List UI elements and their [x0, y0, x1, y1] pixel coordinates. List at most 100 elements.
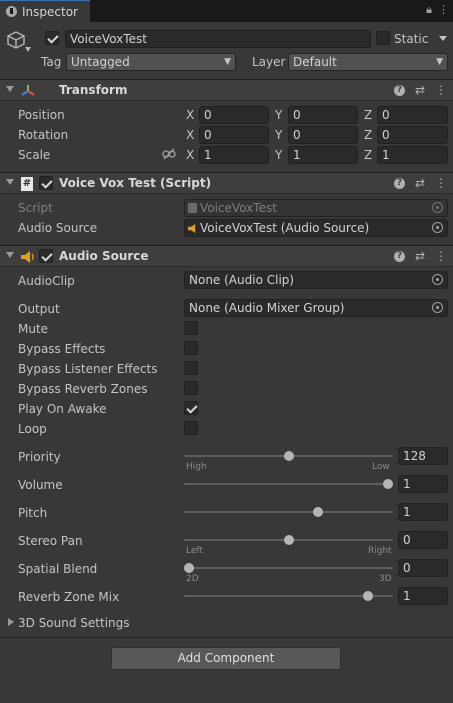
- static-toggle[interactable]: [376, 31, 390, 45]
- sound3d-settings-label[interactable]: 3D Sound Settings: [18, 615, 130, 631]
- help-icon[interactable]: ?: [393, 85, 405, 96]
- axis-x-label: X: [186, 108, 195, 122]
- output-value: None (Audio Mixer Group): [189, 301, 345, 315]
- transform-title: Transform: [59, 83, 128, 97]
- axis-y-label: Y: [275, 108, 283, 122]
- script-file-icon: #: [21, 177, 33, 191]
- chevron-down-icon: ▼: [224, 57, 231, 67]
- volume-field[interactable]: 1: [398, 475, 448, 493]
- scale-y-field[interactable]: 1: [288, 146, 358, 164]
- sound3d-foldout-icon[interactable]: [8, 618, 14, 626]
- rotation-z-field[interactable]: 0: [377, 126, 448, 144]
- tab-inspector[interactable]: Inspector: [0, 0, 90, 22]
- presets-icon[interactable]: ⇄: [415, 176, 425, 190]
- volume-knob[interactable]: [383, 479, 393, 489]
- scale-label: Scale: [18, 148, 51, 162]
- chevron-down-icon: ▼: [436, 57, 443, 67]
- loop-toggle[interactable]: [184, 421, 198, 435]
- audio-source-icon: [21, 251, 35, 266]
- spatial-blend-knob[interactable]: [184, 563, 194, 573]
- script-small-icon: [188, 203, 197, 213]
- reverb-zone-mix-slider[interactable]: [184, 595, 393, 597]
- pan-left-hint: Left: [186, 546, 203, 556]
- transform-header[interactable]: Transform ? ⇄ ⋮: [0, 79, 453, 101]
- axis-x-label: X: [186, 128, 195, 142]
- reverb-zone-mix-knob[interactable]: [363, 591, 374, 601]
- volume-slider[interactable]: [184, 483, 393, 485]
- object-picker-icon[interactable]: [432, 274, 443, 285]
- audio-source-ref-field[interactable]: VoiceVoxTest (Audio Source): [184, 219, 448, 237]
- link-icon[interactable]: [162, 148, 176, 163]
- help-icon[interactable]: ?: [393, 251, 405, 262]
- more-icon[interactable]: ⋮: [438, 3, 449, 17]
- axis-z-label: Z: [364, 148, 373, 162]
- audio-source-header[interactable]: Audio Source ? ⇄ ⋮: [0, 245, 453, 267]
- bypass-listener-toggle[interactable]: [184, 361, 198, 375]
- gameobject-name-field[interactable]: VoiceVoxTest: [65, 30, 371, 48]
- pitch-slider[interactable]: [184, 511, 393, 513]
- static-label: Static: [394, 32, 429, 46]
- script-enabled-toggle[interactable]: [39, 176, 53, 190]
- tag-label: Tag: [41, 55, 62, 69]
- object-picker-icon[interactable]: [432, 302, 443, 313]
- layer-value: Default: [293, 55, 337, 69]
- priority-high-hint: High: [186, 462, 207, 472]
- static-dropdown-icon[interactable]: [439, 36, 447, 41]
- bypass-reverb-toggle[interactable]: [184, 381, 198, 395]
- foldout-icon[interactable]: [6, 252, 14, 258]
- component-actions: ? ⇄ ⋮: [393, 249, 447, 263]
- position-x-field[interactable]: 0: [199, 106, 269, 124]
- speaker-icon: [188, 224, 196, 233]
- rotation-y-field[interactable]: 0: [288, 126, 358, 144]
- help-icon[interactable]: ?: [393, 178, 405, 189]
- axis-x-label: X: [186, 148, 195, 162]
- audio-source-title: Audio Source: [59, 249, 149, 263]
- presets-icon[interactable]: ⇄: [415, 83, 425, 97]
- scale-x-field[interactable]: 1: [199, 146, 269, 164]
- object-picker-icon[interactable]: [432, 222, 443, 233]
- pitch-field[interactable]: 1: [398, 503, 448, 521]
- scale-z-field[interactable]: 1: [377, 146, 448, 164]
- bypass-effects-toggle[interactable]: [184, 341, 198, 355]
- audioclip-label: AudioClip: [18, 274, 75, 288]
- layer-dropdown[interactable]: Default ▼: [288, 53, 448, 71]
- more-icon[interactable]: ⋮: [435, 249, 447, 263]
- foldout-icon[interactable]: [6, 179, 14, 185]
- rotation-x-field[interactable]: 0: [199, 126, 269, 144]
- bypass-reverb-label: Bypass Reverb Zones: [18, 382, 148, 396]
- more-icon[interactable]: ⋮: [435, 176, 447, 190]
- script-title: Voice Vox Test (Script): [59, 176, 212, 190]
- cube-dropdown-icon[interactable]: [25, 47, 31, 52]
- pan-right-hint: Right: [368, 546, 392, 556]
- lock-icon[interactable]: 🔒︎: [426, 3, 432, 17]
- presets-icon[interactable]: ⇄: [415, 249, 425, 263]
- audioclip-field[interactable]: None (Audio Clip): [184, 271, 448, 289]
- position-z-field[interactable]: 0: [377, 106, 448, 124]
- axis-z-label: Z: [364, 128, 373, 142]
- spatial-blend-field[interactable]: 0: [398, 559, 448, 577]
- stereo-pan-field[interactable]: 0: [398, 531, 448, 549]
- axis-y-label: Y: [275, 128, 283, 142]
- more-icon[interactable]: ⋮: [435, 83, 447, 97]
- audio-enabled-toggle[interactable]: [39, 249, 53, 263]
- priority-field[interactable]: 128: [398, 447, 448, 465]
- script-header[interactable]: # Voice Vox Test (Script) ? ⇄ ⋮: [0, 172, 453, 194]
- bypass-effects-label: Bypass Effects: [18, 342, 106, 356]
- position-y-field[interactable]: 0: [288, 106, 358, 124]
- audioclip-value: None (Audio Clip): [189, 273, 295, 287]
- mute-toggle[interactable]: [184, 321, 198, 335]
- play-on-awake-label: Play On Awake: [18, 402, 107, 416]
- add-component-button[interactable]: Add Component: [111, 647, 341, 670]
- stereo-pan-knob[interactable]: [283, 535, 294, 545]
- pitch-knob[interactable]: [313, 507, 324, 517]
- tag-value: Untagged: [71, 55, 130, 69]
- reverb-zone-mix-label: Reverb Zone Mix: [18, 590, 120, 604]
- output-field[interactable]: None (Audio Mixer Group): [184, 299, 448, 317]
- active-toggle[interactable]: [45, 31, 59, 45]
- reverb-zone-mix-field[interactable]: 1: [398, 587, 448, 605]
- priority-knob[interactable]: [283, 451, 294, 461]
- tag-dropdown[interactable]: Untagged ▼: [66, 53, 236, 71]
- play-on-awake-toggle[interactable]: [184, 401, 198, 415]
- foldout-icon[interactable]: [6, 86, 14, 92]
- spatial-blend-slider[interactable]: [184, 567, 393, 569]
